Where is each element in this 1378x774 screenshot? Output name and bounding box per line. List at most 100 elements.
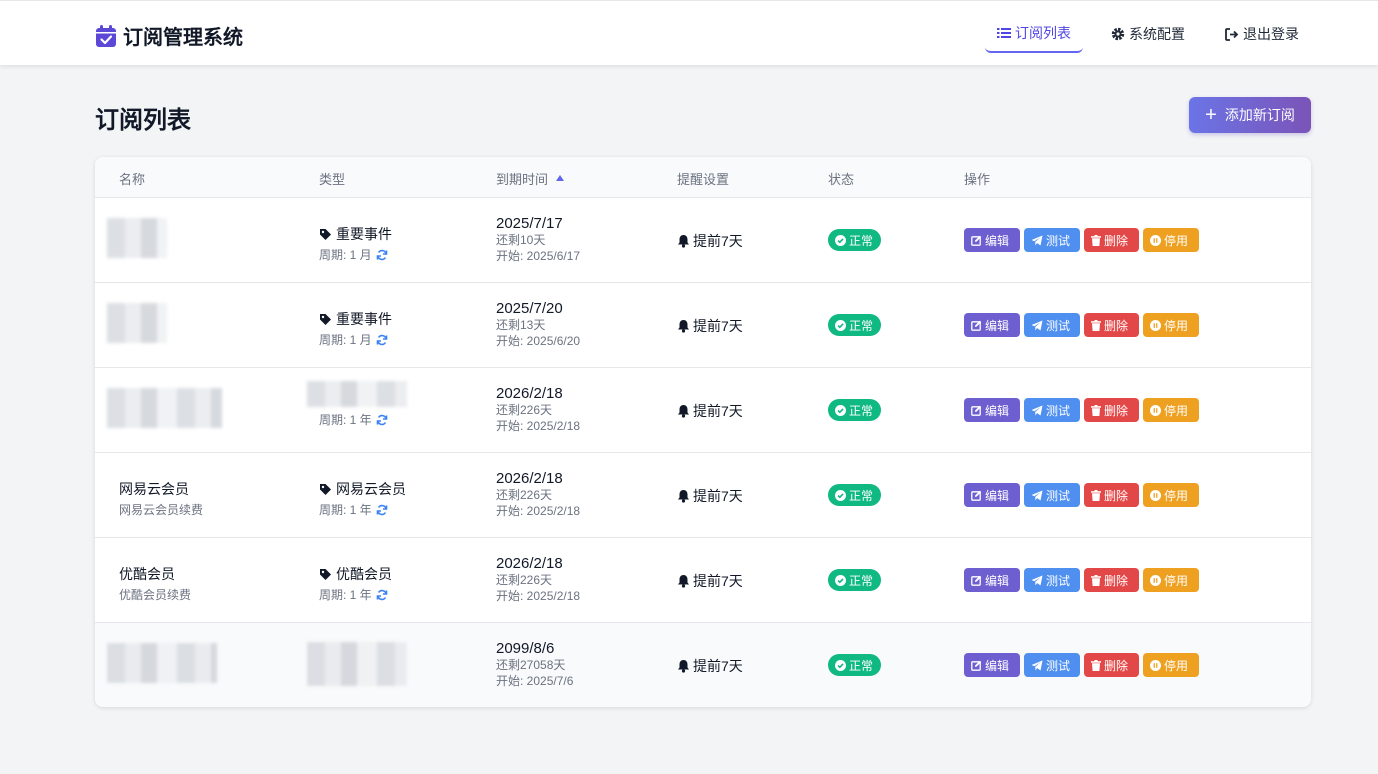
paper-plane-icon: [1031, 405, 1043, 416]
delete-button[interactable]: 删除: [1084, 228, 1139, 252]
redacted-name: [107, 218, 167, 258]
delete-button[interactable]: 删除: [1084, 483, 1139, 507]
start-date: 开始: 2025/6/20: [496, 334, 581, 348]
expiry-cell: 2025/7/17 还剩10天 开始: 2025/6/17: [496, 215, 580, 264]
remaining-days: 还剩226天: [496, 488, 553, 502]
period-line: 周期: 1 月: [319, 246, 479, 263]
bell-icon: [677, 404, 690, 418]
edit-button[interactable]: 编辑: [964, 483, 1020, 507]
status-badge: 正常: [828, 654, 882, 676]
start-date: 开始: 2025/2/18: [496, 419, 581, 433]
edit-button[interactable]: 编辑: [964, 313, 1020, 337]
pause-circle-icon: [1150, 489, 1161, 501]
redacted-name: [107, 643, 217, 683]
subscription-period: 周期: 1 月: [319, 248, 372, 262]
disable-button[interactable]: 停用: [1143, 568, 1199, 592]
test-button[interactable]: 测试: [1024, 228, 1080, 252]
remind-text: 提前7天: [693, 233, 743, 249]
actions-cell: 编辑 测试 删除 停用: [964, 398, 1203, 422]
check-circle-icon: [835, 489, 846, 501]
status-cell: 正常: [828, 314, 882, 336]
type-cell: 优酷会员 周期: 1 年: [319, 564, 479, 603]
test-button[interactable]: 测试: [1024, 653, 1080, 677]
bell-icon: [677, 319, 690, 333]
disable-label: 停用: [1164, 318, 1189, 333]
edit-label: 编辑: [985, 318, 1010, 333]
delete-button[interactable]: 删除: [1084, 568, 1139, 592]
edit-button[interactable]: 编辑: [964, 653, 1020, 677]
remaining-days: 还剩10天: [496, 233, 546, 247]
top-navbar: 订阅管理系统 订阅列表 系统配置 退出登录: [0, 0, 1378, 65]
trash-icon: [1091, 234, 1101, 246]
disable-button[interactable]: 停用: [1143, 313, 1199, 337]
nav-subscription-list[interactable]: 订阅列表: [985, 15, 1083, 53]
status-cell: 正常: [828, 399, 882, 421]
edit-button[interactable]: 编辑: [964, 568, 1020, 592]
nav-system-config[interactable]: 系统配置: [1099, 15, 1197, 53]
nav-list-label: 订阅列表: [1015, 25, 1071, 41]
remind-cell: 提前7天: [677, 316, 743, 336]
status-text: 正常: [849, 318, 874, 333]
subscription-name: 网易云会员: [119, 481, 189, 497]
remind-text: 提前7天: [693, 658, 743, 674]
delete-label: 删除: [1104, 318, 1129, 333]
brand[interactable]: 订阅管理系统: [95, 21, 243, 50]
nav-logout[interactable]: 退出登录: [1213, 15, 1311, 53]
delete-label: 删除: [1104, 233, 1129, 248]
remind-cell: 提前7天: [677, 231, 743, 251]
subscription-period: 周期: 1 年: [319, 588, 372, 602]
delete-button[interactable]: 删除: [1084, 398, 1139, 422]
subscription-period: 周期: 1 月: [319, 333, 372, 347]
edit-button[interactable]: 编辑: [964, 398, 1020, 422]
subscription-name: 优酷会员: [119, 566, 175, 582]
delete-button[interactable]: 删除: [1084, 313, 1139, 337]
app-title: 订阅管理系统: [123, 27, 243, 49]
table-row: 优酷会员 优酷会员续费 优酷会员 周期: 1 年 2026/2/18 还剩226…: [95, 538, 1311, 623]
status-text: 正常: [849, 573, 874, 588]
actions-cell: 编辑 测试 删除 停用: [964, 568, 1203, 592]
subscription-type: 网易云会员: [336, 481, 406, 497]
status-badge: 正常: [828, 314, 882, 336]
delete-label: 删除: [1104, 488, 1129, 503]
add-subscription-button[interactable]: + 添加新订阅: [1189, 97, 1311, 133]
edit-icon: [971, 575, 982, 586]
delete-label: 删除: [1104, 658, 1129, 673]
type-cell: 重要事件 周期: 1 月: [319, 309, 479, 348]
disable-label: 停用: [1164, 573, 1189, 588]
tag-icon: [319, 483, 332, 496]
disable-button[interactable]: 停用: [1143, 228, 1199, 252]
sync-icon: [376, 334, 388, 346]
test-button[interactable]: 测试: [1024, 398, 1080, 422]
remind-setting: 提前7天: [677, 401, 743, 421]
header-status: 状态: [828, 172, 855, 187]
nav-config-label: 系统配置: [1129, 26, 1185, 42]
subscription-period: 周期: 1 年: [319, 413, 372, 427]
name-cell: 优酷会员 优酷会员续费: [119, 564, 299, 603]
disable-button[interactable]: 停用: [1143, 483, 1199, 507]
redacted-type: [307, 381, 407, 407]
start-date: 开始: 2025/7/6: [496, 674, 574, 688]
table-row: 周期: 1 年 2026/2/18 还剩226天 开始: 2025/2/18 提…: [95, 368, 1311, 453]
check-circle-icon: [835, 319, 846, 331]
expiry-date: 2026/2/18: [496, 385, 563, 402]
expiry-cell: 2026/2/18 还剩226天 开始: 2025/2/18: [496, 470, 580, 519]
redacted-type: [307, 642, 407, 686]
disable-button[interactable]: 停用: [1143, 398, 1199, 422]
tag-icon: [319, 568, 332, 581]
header-expiry[interactable]: 到期时间: [496, 169, 565, 188]
sign-out-icon: [1225, 27, 1239, 41]
edit-label: 编辑: [985, 658, 1010, 673]
sort-ascending-icon: [556, 175, 565, 181]
delete-button[interactable]: 删除: [1084, 653, 1139, 677]
test-button[interactable]: 测试: [1024, 483, 1080, 507]
bell-icon: [677, 574, 690, 588]
edit-button[interactable]: 编辑: [964, 228, 1020, 252]
name-cell: [107, 388, 299, 433]
status-badge: 正常: [828, 399, 882, 421]
header-expiry-label: 到期时间: [496, 172, 549, 187]
table-row: 重要事件 周期: 1 月 2025/7/20 还剩13天 开始: 2025/6/…: [95, 283, 1311, 368]
test-button[interactable]: 测试: [1024, 313, 1080, 337]
test-button[interactable]: 测试: [1024, 568, 1080, 592]
disable-button[interactable]: 停用: [1143, 653, 1199, 677]
pause-circle-icon: [1150, 234, 1161, 246]
